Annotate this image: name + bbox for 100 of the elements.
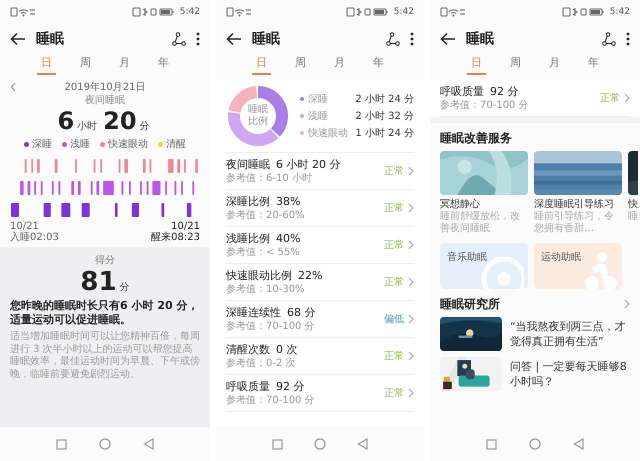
tab[interactable]: 周 (506, 54, 525, 75)
home-icon[interactable] (314, 438, 326, 450)
metric-value: 40% (276, 231, 300, 246)
service-subtitle: 睡前引导练习，令您拥有香甜… (534, 211, 615, 235)
donut-label: 睡眠比例 (248, 104, 268, 128)
minutes-unit: 分 (140, 120, 150, 133)
metric-name: 快速眼动比例 (226, 268, 292, 283)
chevron-right-icon[interactable] (623, 299, 630, 309)
service-title[interactable]: 快 (628, 198, 638, 211)
legend-label: 深睡 (32, 138, 52, 151)
status-link[interactable]: 正常 (384, 201, 414, 215)
square-icon[interactable] (272, 438, 283, 450)
share-icon[interactable] (386, 32, 400, 46)
status-link[interactable]: 正常 (384, 349, 414, 363)
service-title[interactable]: 深度睡眠引导练习 (534, 198, 622, 211)
end-time: 醒来08:23 (151, 232, 200, 243)
metric-value: 6 小时 20 分 (276, 157, 340, 172)
back-arrow-icon[interactable] (10, 32, 26, 46)
tab[interactable]: 月 (115, 54, 134, 75)
back-arrow-icon[interactable] (226, 32, 242, 46)
score-label: 得分 (95, 254, 115, 267)
chevron-right-icon (407, 277, 414, 287)
legend-label: 浅睡 (70, 138, 90, 151)
date-label: 2019年10月21日 (64, 81, 146, 94)
status-time: 5:42 (180, 7, 200, 17)
home-icon[interactable] (99, 438, 111, 450)
metric-value: 92 分 (276, 379, 304, 394)
tab[interactable]: 月 (545, 54, 564, 75)
metric-value: 0 次 (276, 342, 298, 357)
section-title: 睡眠研究所 (440, 297, 500, 311)
status-link[interactable]: 正常 (384, 164, 414, 178)
service-subtitle: 睡 (628, 211, 638, 223)
metric-name: 浅睡比例 (226, 231, 270, 246)
metric-name: 清醒次数 (226, 342, 270, 357)
status-link[interactable]: 正常 (600, 91, 630, 105)
hours-unit: 小时 (77, 120, 98, 133)
service-tile[interactable]: 音乐助眠 (440, 243, 528, 289)
legend-label: 清醒 (166, 138, 186, 151)
end-date: 10/21 (171, 221, 200, 232)
back-icon[interactable] (357, 438, 368, 450)
status-icons-drawing (132, 7, 176, 17)
chevron-right-icon (407, 166, 414, 176)
tab[interactable]: 年 (584, 54, 603, 75)
reference-range: 参考值：6-10 小时 (226, 172, 313, 185)
service-subtitle: 睡前舒缓放松，改善夜间睡眠 (440, 211, 521, 235)
tab[interactable]: 日 (467, 54, 486, 75)
metric-name: 呼吸质量 (226, 379, 270, 394)
legend-label: 快速眼动 (308, 126, 349, 140)
tab[interactable]: 年 (369, 54, 388, 75)
stage-duration: 2 小时 24 分 (355, 92, 414, 106)
start-time: 入睡02:03 (10, 232, 59, 243)
metric-value: 68 分 (287, 305, 316, 320)
tab[interactable]: 年 (154, 54, 173, 75)
home-icon[interactable] (529, 438, 541, 450)
tab[interactable]: 周 (291, 54, 310, 75)
metric-name: 深睡连续性 (226, 305, 281, 320)
square-icon[interactable] (486, 438, 497, 450)
minutes-value: 20 (103, 107, 137, 135)
status-icons-drawing (346, 7, 390, 17)
back-icon[interactable] (143, 438, 154, 450)
tab[interactable]: 月 (330, 54, 349, 75)
metric-name: 深睡比例 (226, 194, 270, 209)
status-link[interactable]: 正常 (384, 386, 414, 400)
more-icon[interactable] (196, 32, 200, 46)
share-icon[interactable] (602, 32, 616, 46)
legend-label: 浅睡 (308, 110, 329, 122)
chevron-right-icon (407, 203, 414, 213)
status-icons-drawing (562, 7, 606, 17)
tab[interactable]: 日 (252, 54, 271, 75)
square-icon[interactable] (56, 438, 67, 450)
metric-name: 夜间睡眠 (226, 157, 270, 172)
status-link[interactable]: 偏低 (384, 312, 414, 326)
reference-range: 参考值：70-100 分 (440, 99, 530, 112)
start-date: 10/21 (10, 221, 40, 232)
status-link[interactable]: 正常 (384, 238, 414, 252)
score-value: 81 (80, 267, 117, 297)
back-icon[interactable] (573, 438, 584, 450)
tab[interactable]: 周 (76, 54, 95, 75)
donut-drawing (226, 84, 290, 148)
status-time: 5:42 (394, 7, 414, 17)
tile-label: 运动助眠 (541, 250, 581, 264)
article-title[interactable]: 问答 | 一定要每天睡够8小时吗？ (510, 359, 630, 389)
article-title[interactable]: “当我熬夜到两三点，才觉得真正拥有生活” (510, 319, 630, 349)
chevron-right-icon (407, 314, 414, 324)
metric-value: 38% (276, 194, 300, 209)
more-icon[interactable] (410, 32, 414, 46)
chevron-left-icon[interactable] (10, 82, 17, 92)
reference-range: 参考值：70-100 分 (226, 394, 316, 407)
metric-value: 22% (298, 268, 322, 283)
tab[interactable]: 日 (37, 54, 56, 75)
share-icon[interactable] (172, 32, 186, 46)
service-title[interactable]: 冥想静心 (440, 198, 528, 211)
reference-range: 参考值：70-100 分 (226, 320, 316, 333)
more-icon[interactable] (626, 32, 630, 46)
page-title: 睡眠 (466, 30, 495, 48)
sleep-type-label: 夜间睡眠 (85, 94, 125, 107)
status-link[interactable]: 正常 (384, 275, 414, 289)
back-arrow-icon[interactable] (440, 32, 456, 46)
service-tile[interactable]: 运动助眠 (534, 243, 622, 289)
chevron-right-icon (623, 93, 630, 103)
